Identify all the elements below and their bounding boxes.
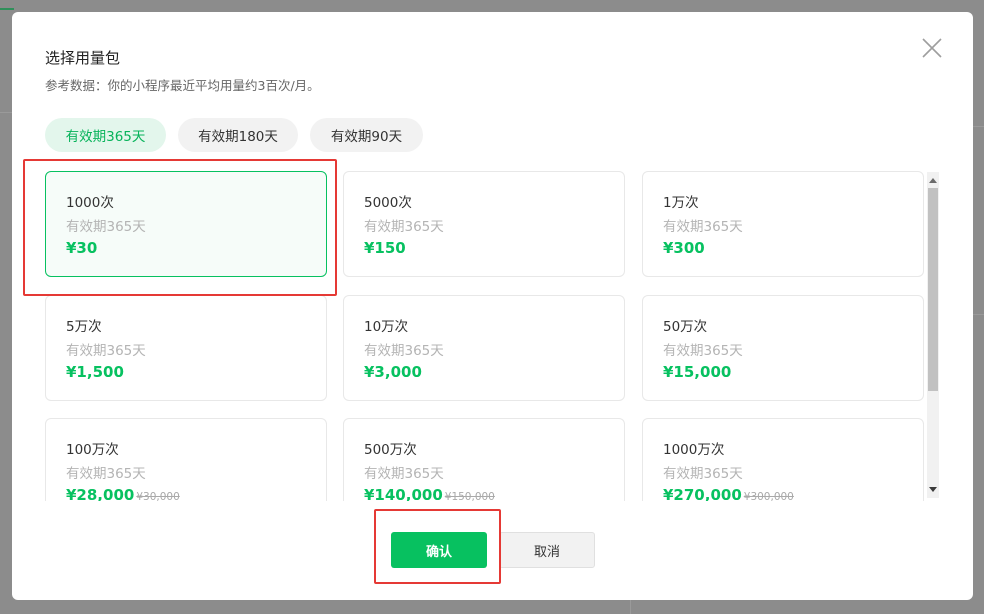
scroll-thumb[interactable]: [928, 188, 938, 391]
package-price-row: ¥300: [663, 239, 705, 257]
dialog-subtitle: 参考数据：你的小程序最近平均用量约3百次/月。: [45, 78, 320, 93]
package-card-1000[interactable]: 1000次 有效期365天 ¥30: [45, 171, 327, 277]
package-price: ¥140,000: [364, 486, 443, 501]
package-name: 50万次: [663, 319, 708, 335]
package-card-5000[interactable]: 5000次 有效期365天 ¥150: [343, 171, 625, 277]
package-card-10m[interactable]: 1000万次 有效期365天 ¥270,000 ¥300,000: [642, 418, 924, 501]
package-grid: 1000次 有效期365天 ¥30 5000次 有效期365天 ¥150 1万次…: [45, 171, 925, 501]
package-validity: 有效期365天: [663, 466, 743, 482]
package-validity: 有效期365天: [364, 466, 444, 482]
package-price-row: ¥15,000: [663, 363, 731, 381]
cancel-button[interactable]: 取消: [499, 532, 595, 568]
close-icon: [922, 38, 942, 58]
package-price: ¥270,000: [663, 486, 742, 501]
package-price-row: ¥1,500: [66, 363, 124, 381]
tab-validity-90[interactable]: 有效期90天: [310, 118, 423, 152]
package-price-row: ¥140,000 ¥150,000: [364, 486, 495, 501]
package-name: 10万次: [364, 319, 409, 335]
package-price: ¥30: [66, 239, 98, 257]
package-price-row: ¥270,000 ¥300,000: [663, 486, 794, 501]
package-name: 1000万次: [663, 442, 725, 458]
package-name: 1万次: [663, 195, 699, 211]
package-validity: 有效期365天: [66, 466, 146, 482]
package-name: 500万次: [364, 442, 417, 458]
dialog-title: 选择用量包: [45, 49, 121, 67]
package-validity: 有效期365天: [663, 343, 743, 359]
package-name: 100万次: [66, 442, 119, 458]
package-validity: 有效期365天: [66, 219, 146, 235]
package-validity: 有效期365天: [66, 343, 146, 359]
package-price: ¥150: [364, 239, 406, 257]
package-card-5m[interactable]: 500万次 有效期365天 ¥140,000 ¥150,000: [343, 418, 625, 501]
tab-label: 有效期90天: [330, 129, 403, 145]
package-price: ¥1,500: [66, 363, 124, 381]
package-card-100k[interactable]: 10万次 有效期365天 ¥3,000: [343, 295, 625, 401]
package-price: ¥15,000: [663, 363, 732, 381]
package-grid-scrollbar[interactable]: [927, 172, 939, 498]
package-price-row: ¥28,000 ¥30,000: [66, 486, 180, 501]
package-name: 5000次: [364, 195, 412, 211]
package-price-row: ¥150: [364, 239, 406, 257]
close-button[interactable]: [920, 36, 944, 60]
scroll-up-arrow-icon: [929, 178, 937, 183]
package-validity: 有效期365天: [364, 343, 444, 359]
package-card-1m[interactable]: 100万次 有效期365天 ¥28,000 ¥30,000: [45, 418, 327, 501]
scroll-down-button[interactable]: [927, 483, 939, 497]
confirm-button[interactable]: 确认: [391, 532, 487, 568]
background-divider: [973, 126, 984, 127]
package-price-row: ¥3,000: [364, 363, 422, 381]
package-card-500k[interactable]: 50万次 有效期365天 ¥15,000: [642, 295, 924, 401]
scroll-down-arrow-icon: [929, 487, 937, 492]
background-accent-line: [0, 8, 14, 10]
scroll-up-button[interactable]: [927, 173, 939, 187]
tab-validity-180[interactable]: 有效期180天: [178, 118, 298, 152]
package-name: 1000次: [66, 195, 114, 211]
background-divider: [630, 600, 631, 614]
package-price-row: ¥30: [66, 239, 97, 257]
package-original-price: ¥300,000: [743, 491, 794, 501]
usage-package-dialog: 选择用量包 参考数据：你的小程序最近平均用量约3百次/月。 有效期365天 有效…: [12, 12, 973, 600]
package-price: ¥28,000: [66, 486, 135, 501]
package-name: 5万次: [66, 319, 102, 335]
package-card-50k[interactable]: 5万次 有效期365天 ¥1,500: [45, 295, 327, 401]
background-divider: [973, 314, 984, 315]
package-original-price: ¥30,000: [136, 491, 180, 501]
package-price: ¥3,000: [364, 363, 422, 381]
tab-label: 有效期365天: [65, 129, 146, 145]
package-original-price: ¥150,000: [444, 491, 495, 501]
package-price: ¥300: [663, 239, 705, 257]
package-validity: 有效期365天: [663, 219, 743, 235]
background-divider: [0, 112, 12, 113]
package-card-10k[interactable]: 1万次 有效期365天 ¥300: [642, 171, 924, 277]
tab-label: 有效期180天: [198, 129, 278, 145]
tab-validity-365[interactable]: 有效期365天: [45, 118, 166, 152]
package-validity: 有效期365天: [364, 219, 444, 235]
